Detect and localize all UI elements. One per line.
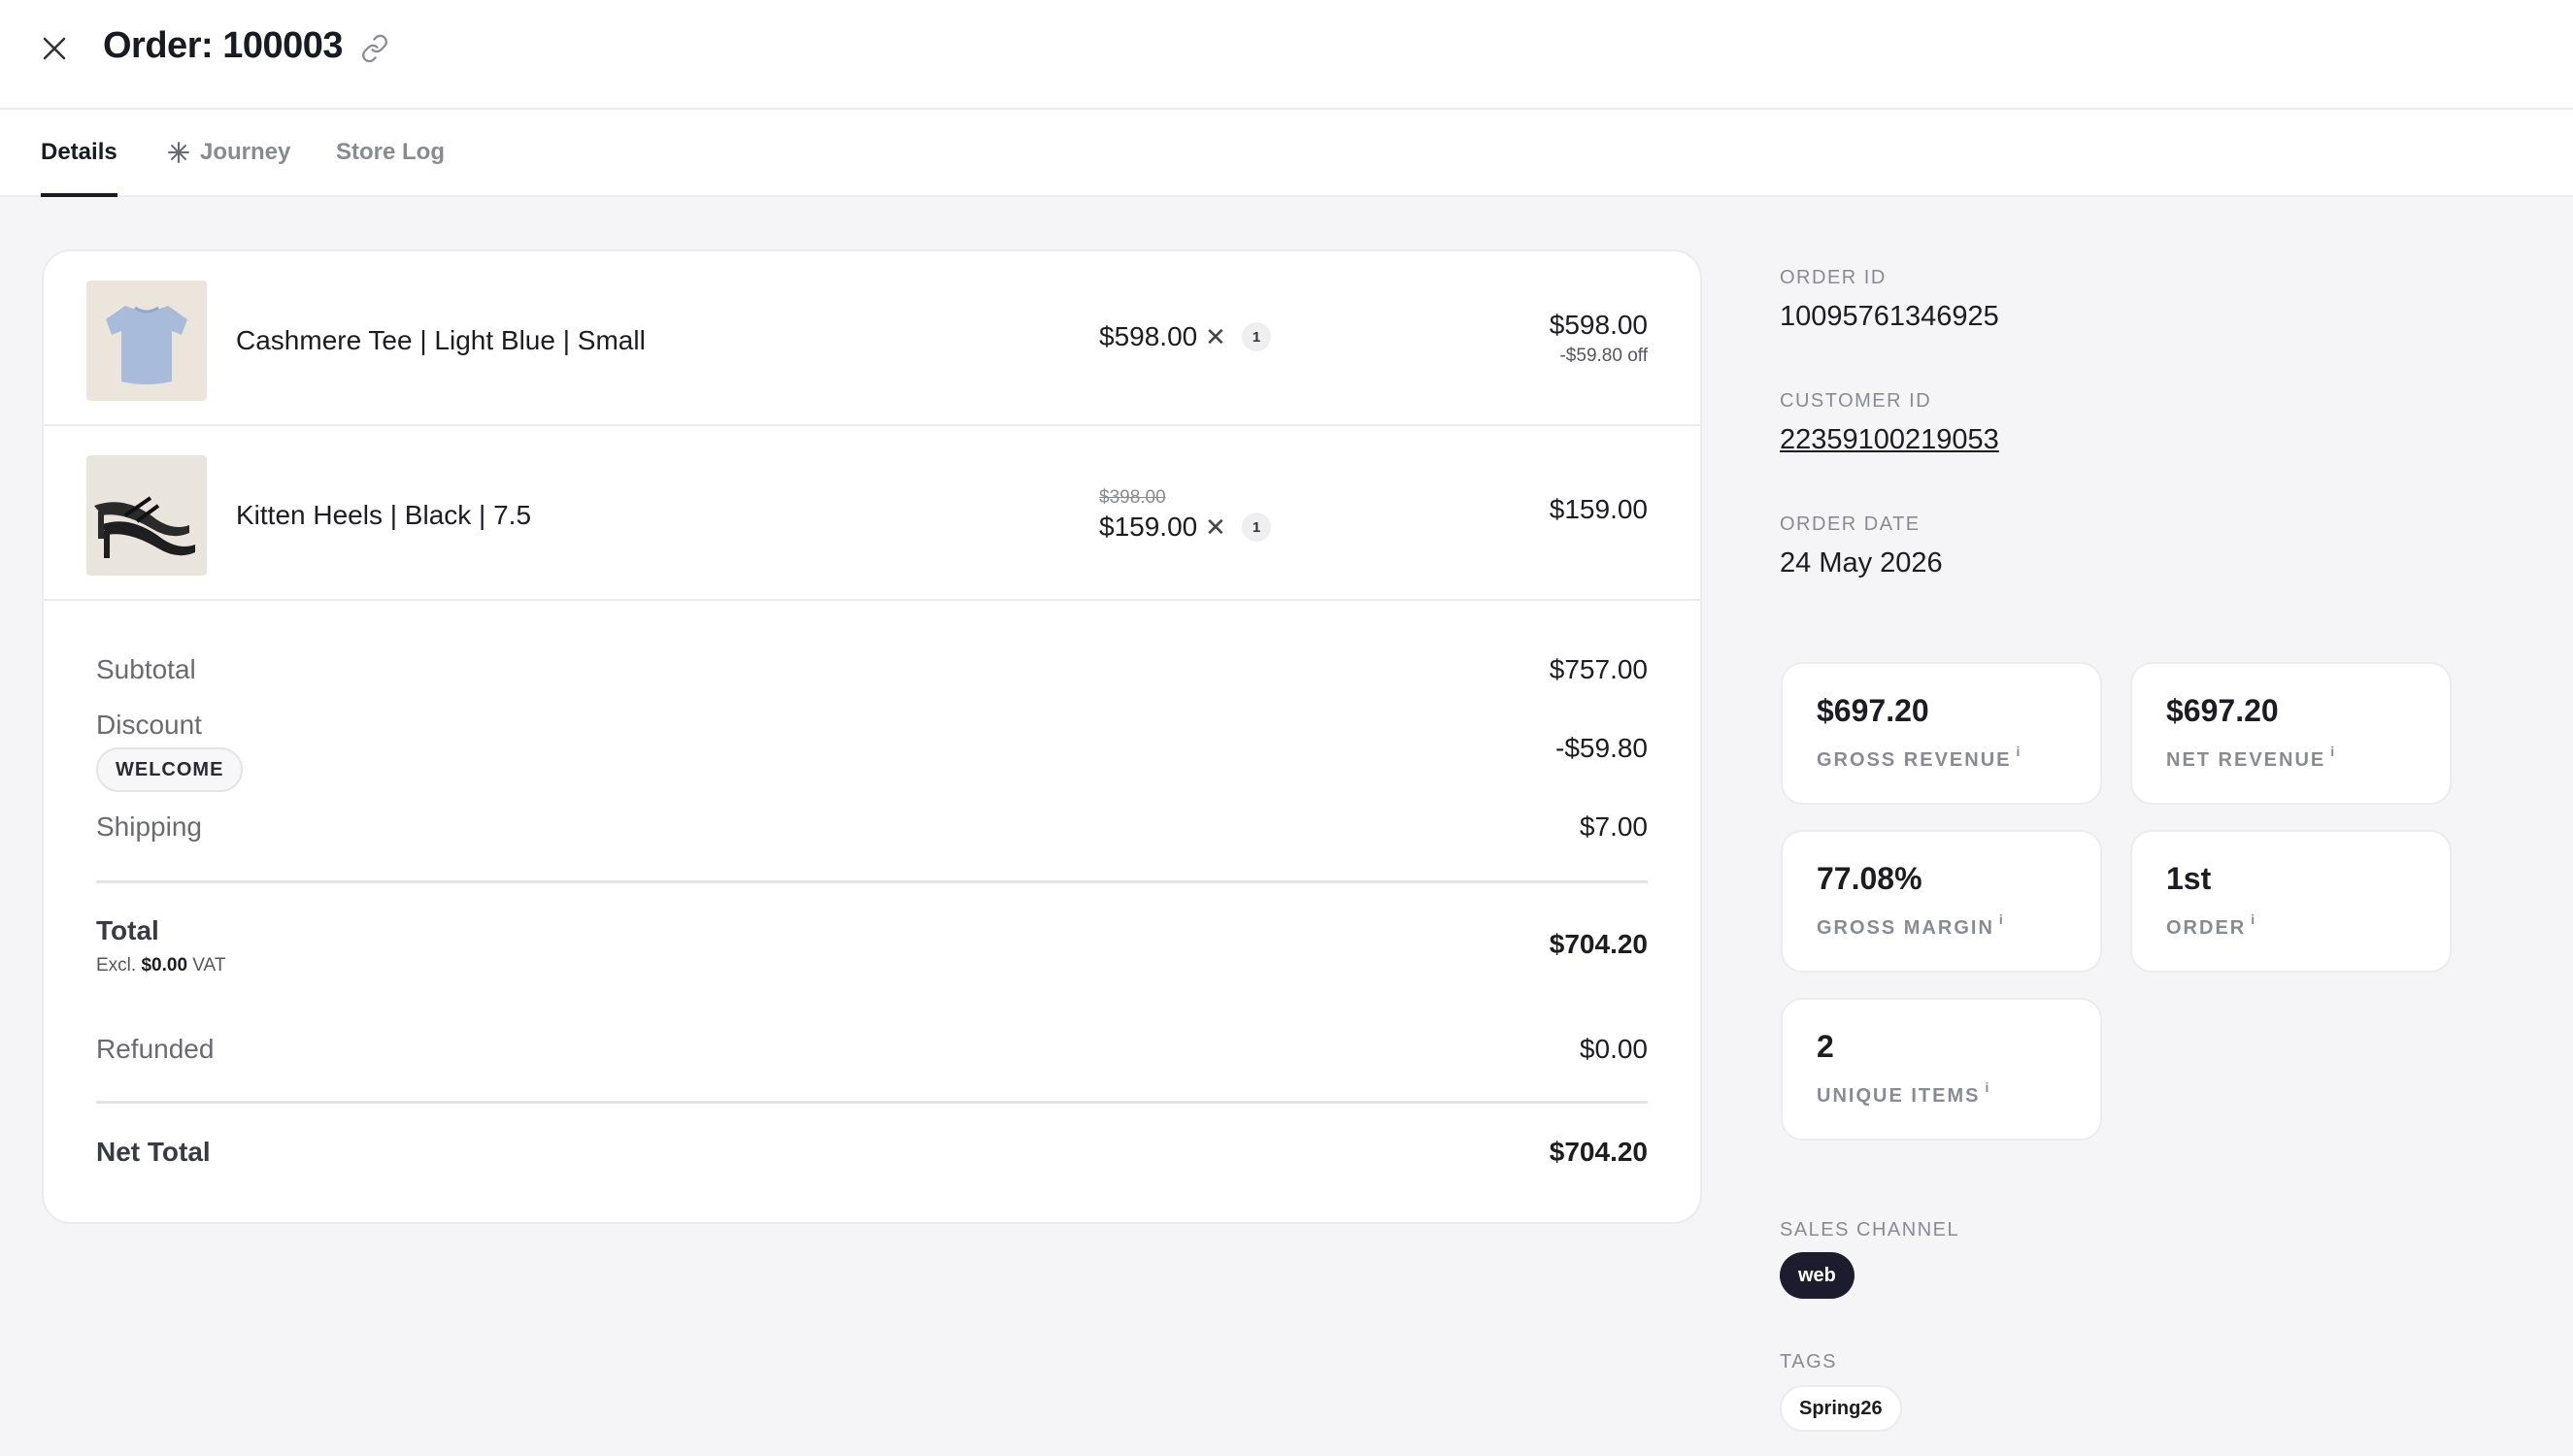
total-value: $704.20 bbox=[1549, 929, 1648, 959]
order-id-label: ORDER ID bbox=[1780, 267, 1887, 288]
close-icon bbox=[43, 37, 66, 60]
info-icon[interactable]: i bbox=[1999, 911, 2003, 927]
refunded-value: $0.00 bbox=[1579, 1034, 1648, 1064]
stat-card-net-revenue: $697.20 NET REVENUE i bbox=[2130, 662, 2452, 805]
item-name: Cashmere Tee | Light Blue | Small bbox=[236, 325, 646, 355]
tab-label: Details bbox=[41, 139, 117, 165]
tab-journey[interactable]: Journey bbox=[167, 110, 290, 195]
tags-label: TAGS bbox=[1780, 1351, 1837, 1373]
tab-bar: Details Journey Store Log bbox=[0, 110, 2573, 197]
item-discount: -$59.80 off bbox=[1559, 346, 1648, 366]
item-line-total: $598.00 bbox=[1549, 310, 1648, 340]
copy-link-button[interactable] bbox=[357, 31, 392, 66]
stat-label: GROSS REVENUE i bbox=[1817, 744, 2020, 772]
line-item: Kitten Heels | Black | 7.5 $398.00 $159.… bbox=[44, 426, 1700, 601]
order-date-value: 24 May 2026 bbox=[1780, 547, 1943, 579]
divider bbox=[96, 880, 1648, 883]
stat-label: GROSS MARGIN i bbox=[1817, 911, 2003, 940]
discount-label: Discount bbox=[96, 710, 202, 740]
info-icon[interactable]: i bbox=[1985, 1079, 1988, 1095]
sales-channel-label: SALES CHANNEL bbox=[1780, 1219, 1960, 1241]
page-title: Order: 100003 bbox=[103, 25, 344, 66]
stat-value: 77.08% bbox=[1817, 861, 1922, 896]
sparkle-icon bbox=[167, 141, 190, 164]
sales-channel-badge: web bbox=[1780, 1252, 1855, 1299]
stat-value: $697.20 bbox=[2166, 693, 2279, 728]
stat-label-text: ORDER bbox=[2166, 917, 2247, 939]
order-date-label: ORDER DATE bbox=[1780, 513, 1921, 535]
product-image-kitten-heels[interactable] bbox=[86, 455, 207, 576]
times-symbol: ✕ bbox=[1205, 513, 1226, 542]
stat-card-unique-items: 2 UNIQUE ITEMS i bbox=[1781, 998, 2102, 1141]
times-symbol: ✕ bbox=[1205, 322, 1226, 351]
shipping-value: $7.00 bbox=[1579, 811, 1648, 842]
net-total-label: Net Total bbox=[96, 1137, 211, 1167]
line-item: Cashmere Tee | Light Blue | Small $598.0… bbox=[44, 251, 1700, 426]
stat-value: 2 bbox=[1817, 1029, 1834, 1064]
stat-card-gross-revenue: $697.20 GROSS REVENUE i bbox=[1781, 662, 2102, 805]
item-original-price: $398.00 bbox=[1099, 487, 1166, 508]
tab-label: Journey bbox=[200, 139, 291, 165]
total-label: Total bbox=[96, 915, 159, 945]
stat-label-text: UNIQUE ITEMS bbox=[1817, 1085, 1981, 1107]
discount-code-badge: WELCOME bbox=[96, 747, 244, 792]
product-image-cashmere-tee[interactable] bbox=[86, 281, 207, 401]
vat-amount: $0.00 bbox=[141, 955, 188, 976]
net-total-value: $704.20 bbox=[1549, 1137, 1648, 1167]
customer-id-link[interactable]: 22359100219053 bbox=[1780, 424, 1999, 456]
tab-label: Store Log bbox=[336, 139, 445, 165]
item-unit-price: $598.00 bbox=[1099, 321, 1198, 351]
stat-card-order-number: 1st ORDER i bbox=[2130, 830, 2452, 973]
quantity-badge: 1 bbox=[1242, 513, 1271, 542]
customer-id-label: CUSTOMER ID bbox=[1780, 390, 1932, 412]
discount-value: -$59.80 bbox=[1555, 733, 1648, 763]
stat-label-text: NET REVENUE bbox=[2166, 749, 2326, 771]
info-icon[interactable]: i bbox=[2251, 911, 2255, 927]
stat-value: $697.20 bbox=[1817, 693, 1929, 728]
order-id-value: 10095761346925 bbox=[1780, 301, 1999, 332]
divider bbox=[96, 1101, 1648, 1104]
stat-card-gross-margin: 77.08% GROSS MARGIN i bbox=[1781, 830, 2102, 973]
link-icon bbox=[362, 34, 387, 63]
close-button[interactable] bbox=[37, 31, 72, 66]
vat-suffix: VAT bbox=[192, 955, 226, 976]
item-name: Kitten Heels | Black | 7.5 bbox=[236, 500, 532, 530]
item-line-total: $159.00 bbox=[1549, 494, 1648, 524]
stat-value: 1st bbox=[2166, 861, 2212, 896]
shipping-label: Shipping bbox=[96, 811, 202, 842]
stat-label: ORDER i bbox=[2166, 911, 2255, 940]
tab-details[interactable]: Details bbox=[41, 110, 117, 197]
order-header: Order: 100003 bbox=[0, 0, 2573, 110]
stat-label: NET REVENUE i bbox=[2166, 744, 2334, 772]
stat-label-text: GROSS REVENUE bbox=[1817, 749, 2012, 771]
quantity-badge: 1 bbox=[1242, 322, 1271, 351]
refunded-label: Refunded bbox=[96, 1034, 215, 1064]
info-icon[interactable]: i bbox=[2016, 744, 2020, 759]
tag-badge[interactable]: Spring26 bbox=[1780, 1385, 1902, 1432]
info-icon[interactable]: i bbox=[2330, 744, 2334, 759]
subtotal-value: $757.00 bbox=[1549, 654, 1648, 684]
item-unit-price: $159.00 bbox=[1099, 512, 1198, 542]
vat-prefix: Excl. bbox=[96, 955, 137, 976]
order-items-card: Cashmere Tee | Light Blue | Small $598.0… bbox=[42, 249, 1702, 1224]
subtotal-label: Subtotal bbox=[96, 654, 196, 684]
stat-label: UNIQUE ITEMS i bbox=[1817, 1079, 1988, 1108]
stat-label-text: GROSS MARGIN bbox=[1817, 917, 1994, 939]
tab-store-log[interactable]: Store Log bbox=[336, 110, 445, 195]
vat-note: Excl. $0.00 VAT bbox=[96, 955, 225, 976]
